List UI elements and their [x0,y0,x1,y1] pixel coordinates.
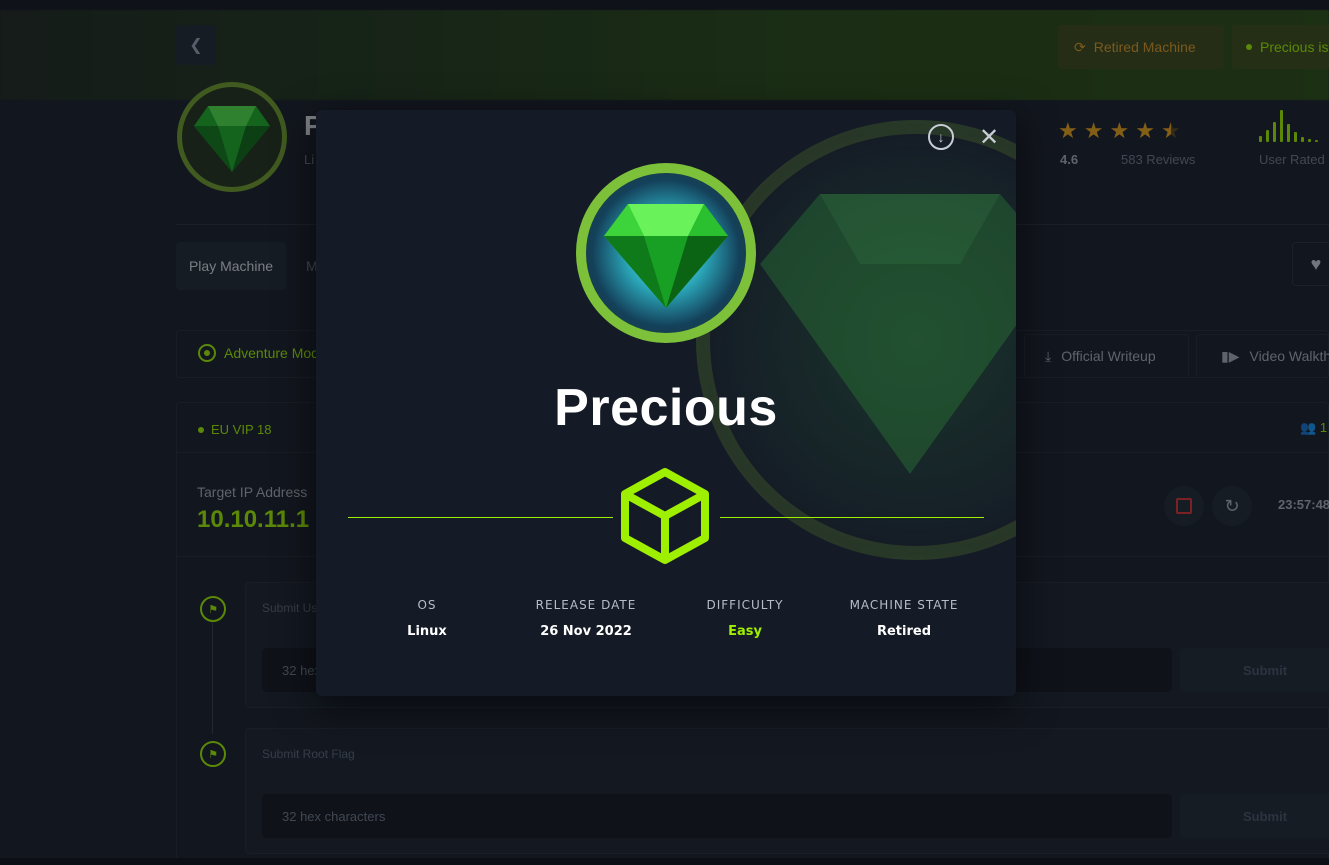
machine-info-modal: ↓ ✕ Precious OS Linux RELEASE DATE 26 No… [316,110,1016,696]
divider [720,517,984,518]
machine-state-label: MACHINE STATE [849,598,959,612]
os-info: OS Linux [347,598,507,639]
machine-title: Precious [554,379,778,437]
release-date-value: 26 Nov 2022 [540,624,632,639]
os-label: OS [417,598,437,612]
box-icon [621,468,709,564]
release-date-label: RELEASE DATE [535,598,637,612]
background-gem-decoration [696,120,1016,560]
gem-icon [604,204,728,308]
os-value: Linux [407,624,447,639]
divider [348,517,613,518]
machine-state-info: MACHINE STATE Retired [824,598,984,639]
difficulty-value: Easy [728,624,762,639]
difficulty-label: DIFFICULTY [706,598,784,612]
close-icon[interactable]: ✕ [976,124,1002,151]
machine-state-value: Retired [876,624,932,639]
release-date-info: RELEASE DATE 26 Nov 2022 [506,598,666,639]
modal-machine-avatar [576,163,756,343]
download-icon[interactable]: ↓ [928,124,954,150]
difficulty-info: DIFFICULTY Easy [665,598,825,639]
